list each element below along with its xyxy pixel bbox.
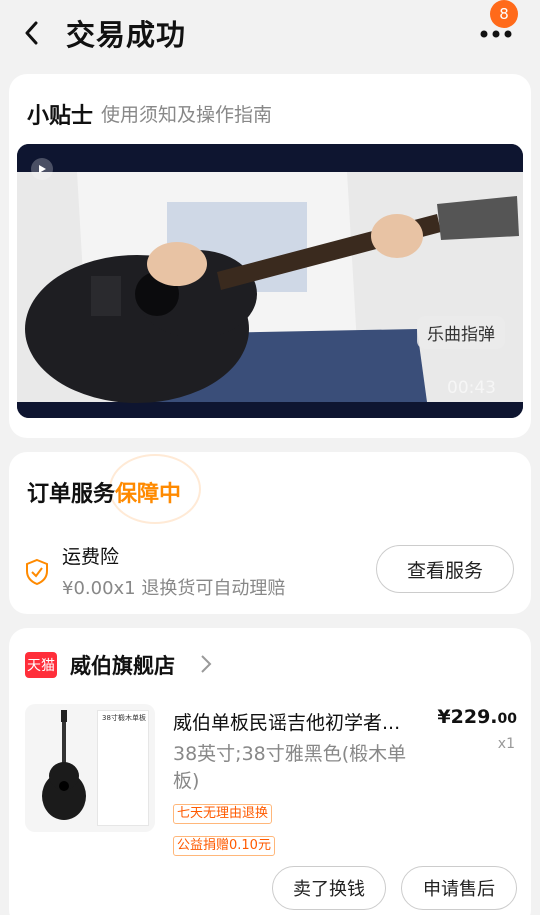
message-count-badge: 8 <box>490 0 518 28</box>
product-price: ¥229.00 <box>437 706 517 728</box>
chevron-right-icon[interactable] <box>199 654 213 674</box>
tips-card: 小贴士 使用须知及操作指南 乐曲指弹 00:43 <box>9 74 531 438</box>
charity-tag: 公益捐赠0.10元 <box>173 836 275 856</box>
back-button[interactable] <box>14 16 48 50</box>
sell-button[interactable]: 卖了换钱 <box>272 866 386 910</box>
tmall-logo: 天猫 <box>25 652 57 678</box>
view-service-button[interactable]: 查看服务 <box>376 545 514 593</box>
order-service-card: 订单服务保障中 运费险 ¥0.00x1 退换货可自动理赔 查看服务 <box>9 452 531 614</box>
service-status: 保障中 <box>115 482 182 507</box>
order-card: 天猫 威伯旗舰店 38寸椴木单板 威伯单板民谣吉他初学者... 38英寸;38寸… <box>9 628 531 915</box>
video-duration: 00:43 <box>447 378 496 398</box>
shop-name[interactable]: 威伯旗舰店 <box>70 650 175 680</box>
page-title: 交易成功 <box>66 18 187 52</box>
tips-title: 小贴士 <box>27 104 94 129</box>
insurance-desc: ¥0.00x1 退换货可自动理赔 <box>62 578 286 599</box>
chevron-left-icon <box>25 21 38 45</box>
shield-check-icon <box>26 558 48 586</box>
guitar-image <box>42 710 86 820</box>
insurance-name: 运费险 <box>62 546 120 568</box>
video-tag: 乐曲指弹 <box>417 316 505 349</box>
product-spec: 38英寸;38寸雅黑色(椴木单板) <box>173 743 407 792</box>
video-thumbnail <box>17 144 523 418</box>
product-title[interactable]: 威伯单板民谣吉他初学者... <box>173 708 423 735</box>
service-title: 订单服务保障中 <box>27 476 181 508</box>
tutorial-video[interactable]: 乐曲指弹 00:43 <box>17 144 523 418</box>
product-image-panel: 38寸椴木单板 <box>97 710 149 826</box>
after-sale-button[interactable]: 申请售后 <box>401 866 517 910</box>
top-bar: 交易成功 8 <box>0 0 540 64</box>
product-image[interactable]: 38寸椴木单板 <box>25 704 155 832</box>
product-image-label: 38寸椴木单板 <box>102 714 146 722</box>
return-policy-tag: 七天无理由退换 <box>173 804 273 824</box>
price-main: ¥229. <box>437 706 498 728</box>
play-icon[interactable] <box>31 158 53 180</box>
product-quantity: x1 <box>497 736 515 752</box>
price-decimal: 00 <box>497 711 517 727</box>
service-title-prefix: 订单服务 <box>27 482 116 507</box>
tips-subtitle[interactable]: 使用须知及操作指南 <box>101 100 272 127</box>
